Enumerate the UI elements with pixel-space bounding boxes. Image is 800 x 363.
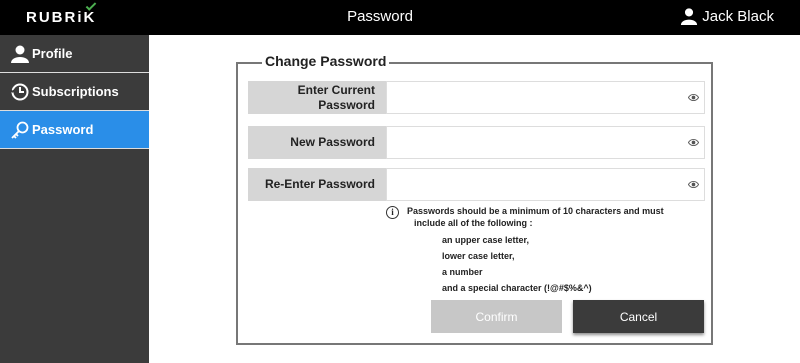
reenter-password-label: Re-Enter Password — [248, 168, 386, 201]
requirement-line: a number — [442, 267, 483, 277]
sidebar: Profile Subscriptions Password — [0, 35, 149, 363]
cancel-button[interactable]: Cancel — [573, 300, 704, 333]
sidebar-item-label: Profile — [32, 46, 73, 61]
sidebar-item-label: Subscriptions — [32, 84, 119, 99]
sidebar-item-label: Password — [32, 122, 94, 137]
user-menu[interactable]: Jack Black — [680, 7, 774, 25]
page-title: Password — [347, 8, 413, 25]
reenter-password-field — [386, 168, 705, 201]
eye-icon[interactable] — [688, 92, 699, 103]
sidebar-item-password[interactable]: Password — [0, 111, 149, 149]
form-legend: Change Password — [262, 53, 390, 69]
new-password-row: New Password — [248, 126, 705, 159]
eye-icon[interactable] — [688, 137, 699, 148]
info-icon: i — [386, 206, 399, 219]
confirm-button[interactable]: Confirm — [431, 300, 562, 333]
new-password-input[interactable] — [387, 127, 704, 158]
user-name: Jack Black — [702, 7, 774, 25]
sidebar-item-profile[interactable]: Profile — [0, 35, 149, 73]
label-line: Enter Current — [297, 82, 375, 97]
reenter-password-input[interactable] — [387, 169, 704, 200]
current-password-row: Enter Current Password — [248, 81, 705, 114]
reenter-password-row: Re-Enter Password — [248, 168, 705, 201]
requirement-line: lower case letter, — [442, 251, 515, 261]
current-password-input[interactable] — [387, 82, 704, 113]
sidebar-item-subscriptions[interactable]: Subscriptions — [0, 73, 149, 111]
new-password-label: New Password — [248, 126, 386, 159]
current-password-field — [386, 81, 705, 114]
requirement-line: include all of the following : — [414, 218, 533, 228]
eye-icon[interactable] — [688, 179, 699, 190]
requirement-line: an upper case letter, — [442, 235, 530, 245]
user-icon — [681, 8, 698, 25]
requirement-line: and a special character (!@#$%&^) — [442, 283, 592, 293]
change-password-form: Change Password Enter Current Password Ne… — [236, 53, 713, 345]
key-icon — [11, 121, 29, 139]
new-password-field — [386, 126, 705, 159]
requirement-line: Passwords should be a minimum of 10 char… — [407, 206, 664, 216]
subscriptions-icon — [10, 83, 29, 100]
current-password-label: Enter Current Password — [248, 81, 386, 114]
top-bar: RUBRiK Password Jack Black — [0, 0, 800, 35]
label-line: Password — [318, 97, 375, 112]
profile-icon — [11, 45, 29, 63]
